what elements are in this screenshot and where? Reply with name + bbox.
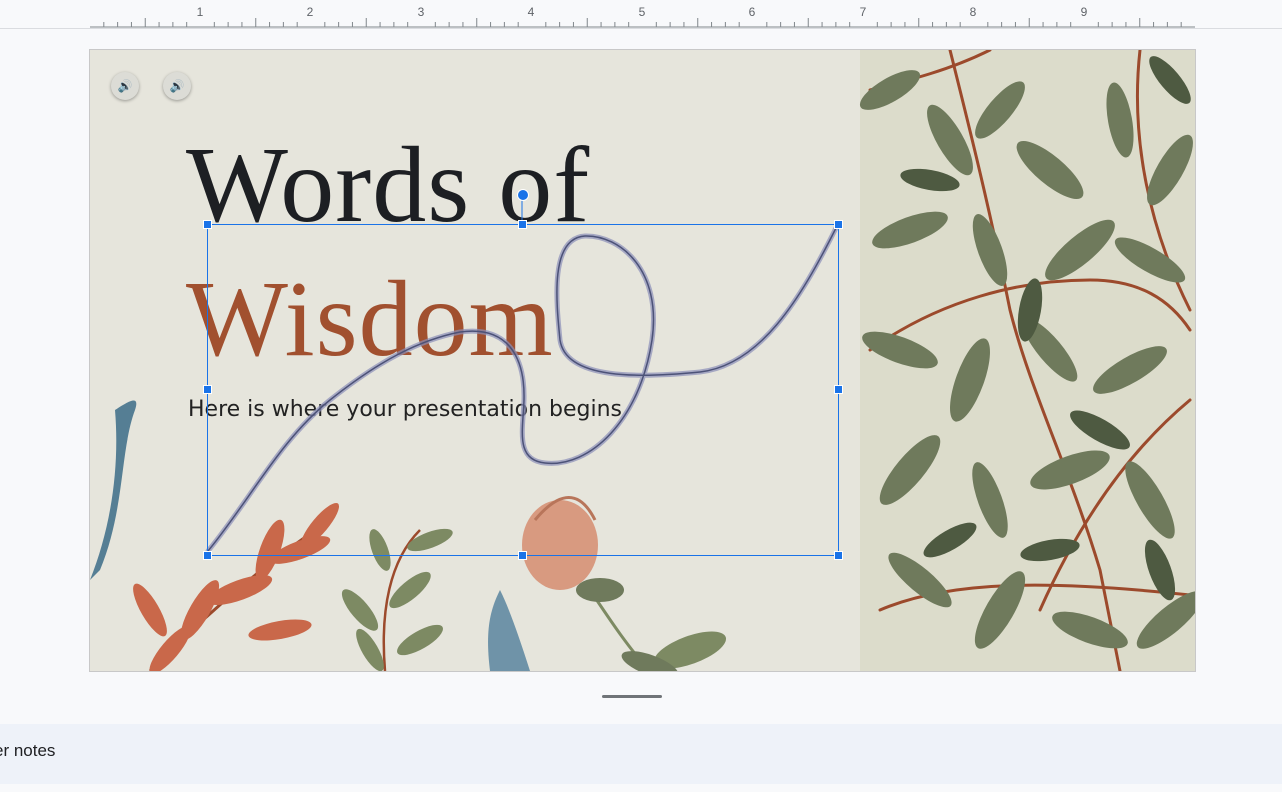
ruler-number: 7 (859, 5, 867, 19)
speaker-notes-panel[interactable]: er notes (0, 724, 1282, 784)
ruler-number: 3 (417, 5, 425, 19)
resize-handle-top-left[interactable] (203, 220, 212, 229)
slide-subtitle[interactable]: Here is where your presentation begins (188, 397, 622, 422)
horizontal-ruler[interactable]: 1 2 3 4 5 6 7 8 9 (0, 0, 1282, 29)
slide-title-line-1[interactable]: Words of (186, 132, 590, 240)
rotate-handle[interactable] (517, 189, 529, 201)
notes-resize-grip[interactable] (602, 695, 662, 698)
slide-title-line-2[interactable]: Wisdom (186, 266, 554, 374)
slide-canvas[interactable]: 🔊 🔊 Words of Wisdom Here is where your p… (89, 49, 1196, 672)
resize-handle-left[interactable] (203, 385, 212, 394)
resize-handle-bottom[interactable] (518, 551, 527, 560)
audio-playback-button[interactable]: 🔊 (163, 72, 191, 100)
ruler-number: 1 (196, 5, 204, 19)
resize-handle-right[interactable] (834, 385, 843, 394)
ruler-number: 2 (306, 5, 314, 19)
resize-handle-bottom-right[interactable] (834, 551, 843, 560)
ruler-number: 4 (527, 5, 535, 19)
bottom-foliage (90, 400, 727, 671)
resize-handle-top[interactable] (518, 220, 527, 229)
ruler-number: 6 (748, 5, 756, 19)
ruler-number: 5 (638, 5, 646, 19)
speaker-notes-label: er notes (0, 741, 56, 760)
speaker-icon: 🔊 (117, 79, 133, 93)
resize-handle-top-right[interactable] (834, 220, 843, 229)
ruler-number: 8 (969, 5, 977, 19)
ruler-number: 9 (1080, 5, 1088, 19)
audio-playback-button[interactable]: 🔊 (111, 72, 139, 100)
speaker-icon: 🔊 (169, 79, 185, 93)
resize-handle-bottom-left[interactable] (203, 551, 212, 560)
